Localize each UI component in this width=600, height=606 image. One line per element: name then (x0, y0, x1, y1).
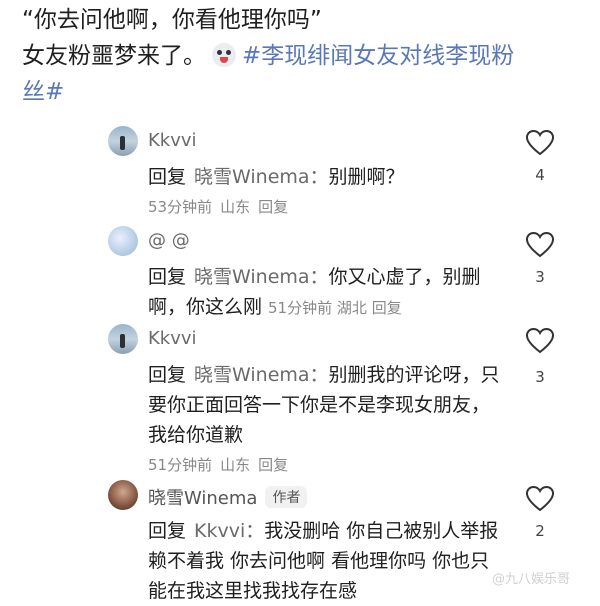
comment-username[interactable]: 晓雪Winema 作者 (148, 484, 308, 510)
reply-keyword: 回复 (148, 266, 187, 288)
heart-icon (526, 232, 554, 258)
comment-time: 51分钟前 (268, 299, 333, 317)
mention-link[interactable]: 晓雪Winema： (194, 166, 329, 188)
like-count: 3 (535, 268, 545, 286)
mention-link[interactable]: Kkvvi： (194, 520, 264, 542)
comment-time: 53分钟前 (148, 198, 213, 216)
comment-body: 回复 晓雪Winema：别删我的评论呀，只要你正面回答一下你是不是李现女朋友，我给… (148, 360, 508, 480)
avatar[interactable] (108, 226, 138, 256)
like-button[interactable]: 3 (526, 328, 554, 386)
like-button[interactable]: 3 (526, 232, 554, 286)
comment-body: 回复 Kkvvi：我没删哈 你自己被别人举报赖不着我 你去问他啊 看他理你吗 你也… (148, 516, 508, 606)
author-badge: 作者 (265, 486, 308, 508)
comment-time: 51分钟前 (148, 456, 213, 474)
comment-meta: 51分钟前 山东 回复 (148, 450, 508, 480)
mention-link[interactable]: 晓雪Winema： (194, 266, 329, 288)
comment-meta: 53分钟前 山东 回复 (148, 192, 508, 222)
heart-icon (526, 328, 554, 354)
comment-username[interactable]: @ @ (148, 230, 190, 251)
post-text: “你去问他啊，你看他理你吗” 女友粉噩梦来了。 #李现绯闻女友对线李现粉 丝# (22, 2, 582, 110)
heart-icon (526, 486, 554, 512)
comment-location: 山东 (220, 456, 251, 474)
comment-location: 山东 (220, 198, 251, 216)
reply-button[interactable]: 回复 (372, 299, 402, 317)
comment-location: 湖北 (336, 299, 367, 317)
laughing-dog-emoji-icon (212, 43, 236, 67)
avatar[interactable] (108, 480, 138, 510)
comment-item: Kkvvi 回复 晓雪Winema：别删啊？ 53分钟前 山东 回复 4 (108, 126, 588, 216)
post-line-2-text: 女友粉噩梦来了。 (22, 43, 206, 69)
reply-button[interactable]: 回复 (258, 198, 288, 216)
like-button[interactable]: 4 (526, 130, 554, 184)
comment-body: 回复 晓雪Winema：你又心虚了，别删啊，你这么刚 51分钟前 湖北 回复 (148, 262, 508, 323)
author-name[interactable]: 晓雪Winema (148, 488, 257, 509)
post-line-1: “你去问他啊，你看他理你吗” (22, 7, 322, 33)
heart-icon (526, 130, 554, 156)
like-count: 3 (535, 368, 545, 386)
mention-link[interactable]: 晓雪Winema： (194, 364, 329, 386)
avatar[interactable] (108, 324, 138, 354)
reply-keyword: 回复 (148, 520, 187, 542)
like-button[interactable]: 2 (526, 486, 554, 540)
like-count: 2 (535, 522, 545, 540)
like-count: 4 (535, 166, 545, 184)
avatar[interactable] (108, 126, 138, 156)
post-line-2: 女友粉噩梦来了。 #李现绯闻女友对线李现粉 (22, 38, 582, 74)
comment-item: @ @ 回复 晓雪Winema：你又心虚了，别删啊，你这么刚 51分钟前 湖北 回复… (108, 226, 588, 318)
reply-keyword: 回复 (148, 364, 187, 386)
comment-meta: 51分钟前 湖北 回复 (268, 299, 402, 317)
hashtag-link[interactable]: #李现绯闻女友对线李现粉 (242, 43, 514, 69)
comment-body: 回复 晓雪Winema：别删啊？ 53分钟前 山东 回复 (148, 162, 508, 222)
comment-item: Kkvvi 回复 晓雪Winema：别删我的评论呀，只要你正面回答一下你是不是李现… (108, 324, 588, 474)
hashtag-link-end[interactable]: 丝# (22, 74, 582, 110)
watermark: @九八娱乐哥 (492, 572, 571, 587)
reply-keyword: 回复 (148, 166, 187, 188)
comment-username[interactable]: Kkvvi (148, 130, 197, 151)
comment-text: 别删啊？ (328, 166, 405, 188)
reply-button[interactable]: 回复 (258, 456, 288, 474)
comment-username[interactable]: Kkvvi (148, 328, 197, 349)
